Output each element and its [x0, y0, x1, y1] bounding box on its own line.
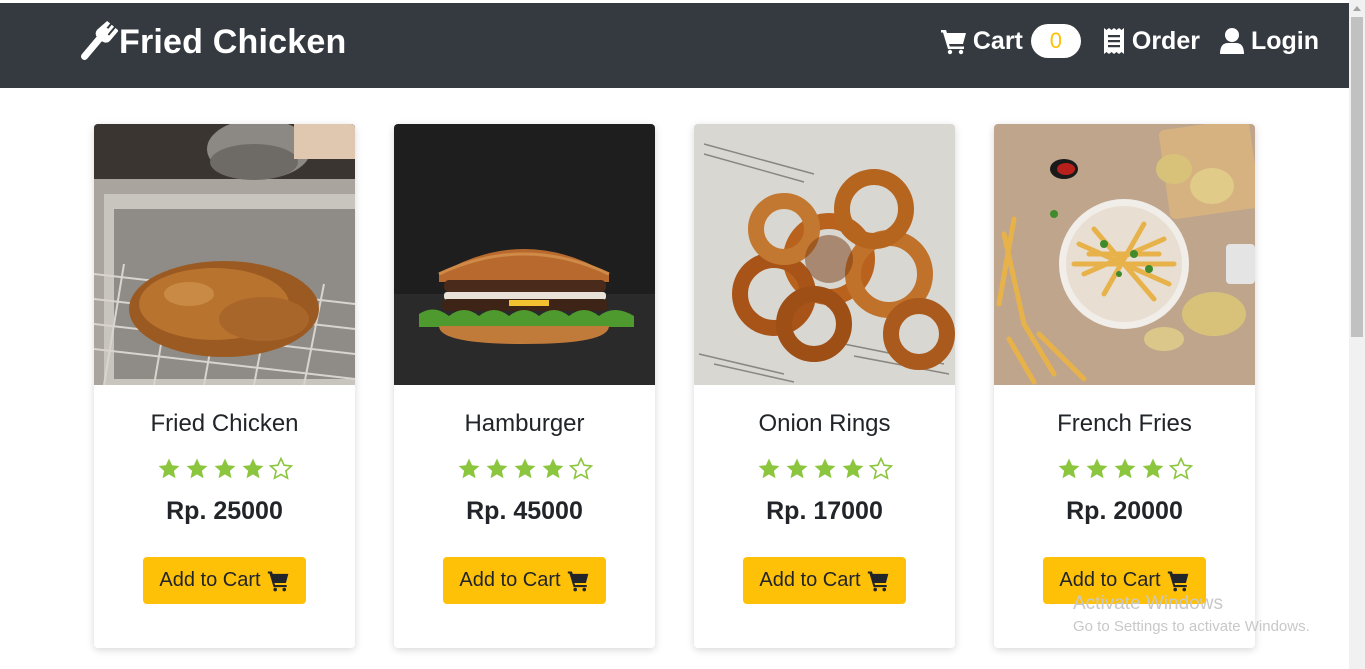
rating-stars: [394, 456, 655, 486]
product-name: French Fries: [1057, 410, 1192, 437]
add-to-cart-button[interactable]: Add to Cart: [743, 557, 906, 604]
order-label: Order: [1131, 26, 1200, 55]
star-filled-icon: [1058, 458, 1079, 479]
cart-label: Cart: [972, 26, 1023, 55]
fried-chicken-photo: [94, 124, 355, 385]
brand-link[interactable]: Fried Chicken: [74, 19, 346, 65]
product-name: Hamburger: [464, 410, 585, 437]
product-card: Fried Chicken Rp. 25000 Add to Cart: [94, 124, 355, 648]
page: Fried Chicken Cart 0 Order Login Fried C…: [0, 0, 1365, 669]
shopping-cart-icon: [1167, 571, 1188, 592]
onion-rings-photo: [694, 124, 955, 385]
add-to-cart-label: Add to Cart: [159, 569, 261, 591]
star-filled-icon: [186, 458, 207, 479]
shopping-cart-icon: [267, 571, 288, 592]
star-empty-icon: [268, 456, 293, 480]
hamburger-photo: [394, 124, 655, 385]
add-to-cart-label: Add to Cart: [759, 569, 861, 591]
product-price: Rp. 20000: [1066, 497, 1183, 525]
nav-cart-link[interactable]: Cart 0: [940, 24, 1081, 58]
login-label: Login: [1250, 26, 1319, 55]
add-to-cart-button[interactable]: Add to Cart: [143, 557, 306, 604]
product-price: Rp. 25000: [166, 497, 283, 525]
product-price: Rp. 17000: [766, 497, 883, 525]
scrollbar-thumb[interactable]: [1351, 17, 1363, 337]
scroll-up-arrow-icon[interactable]: [1349, 0, 1365, 17]
rating-stars: [94, 456, 355, 486]
star-filled-icon: [242, 458, 263, 479]
star-filled-icon: [514, 458, 535, 479]
nav-links: Cart 0 Order Login: [922, 24, 1319, 58]
product-card: French Fries Rp. 20000 Add to Cart: [994, 124, 1255, 648]
star-filled-icon: [158, 458, 179, 479]
star-empty-icon: [568, 456, 593, 480]
star-empty-icon: [868, 456, 893, 480]
star-filled-icon: [542, 458, 563, 479]
cart-count-badge: 0: [1030, 24, 1081, 58]
star-filled-icon: [842, 458, 863, 479]
star-filled-icon: [214, 458, 235, 479]
rating-stars: [994, 456, 1255, 486]
vertical-scrollbar[interactable]: [1349, 0, 1365, 669]
star-filled-icon: [786, 458, 807, 479]
user-icon: [1219, 28, 1244, 54]
nav-order-link[interactable]: Order: [1099, 27, 1200, 56]
star-filled-icon: [758, 458, 779, 479]
add-to-cart-label: Add to Cart: [1059, 569, 1161, 591]
french-fries-photo: [994, 124, 1255, 385]
product-name: Fried Chicken: [150, 410, 299, 437]
star-filled-icon: [486, 458, 507, 479]
product-name: Onion Rings: [758, 410, 891, 437]
add-to-cart-label: Add to Cart: [459, 569, 561, 591]
shopping-cart-icon: [940, 30, 966, 55]
shopping-cart-icon: [567, 571, 588, 592]
star-empty-icon: [1168, 456, 1193, 480]
add-to-cart-button[interactable]: Add to Cart: [1043, 557, 1206, 604]
nav-login-link[interactable]: Login: [1218, 27, 1319, 56]
add-to-cart-button[interactable]: Add to Cart: [443, 557, 606, 604]
rating-stars: [694, 456, 955, 486]
product-card: Hamburger Rp. 45000 Add to Cart: [394, 124, 655, 648]
receipt-icon: [1103, 28, 1124, 54]
product-price: Rp. 45000: [466, 497, 583, 525]
utensils-icon: [80, 20, 118, 60]
star-filled-icon: [458, 458, 479, 479]
star-filled-icon: [1114, 458, 1135, 479]
star-filled-icon: [1142, 458, 1163, 479]
product-card: Onion Rings Rp. 17000 Add to Cart: [694, 124, 955, 648]
brand-name: Fried Chicken: [119, 22, 347, 61]
star-filled-icon: [1086, 458, 1107, 479]
star-filled-icon: [814, 458, 835, 479]
navbar: Fried Chicken Cart 0 Order Login: [0, 3, 1349, 88]
shopping-cart-icon: [867, 571, 888, 592]
